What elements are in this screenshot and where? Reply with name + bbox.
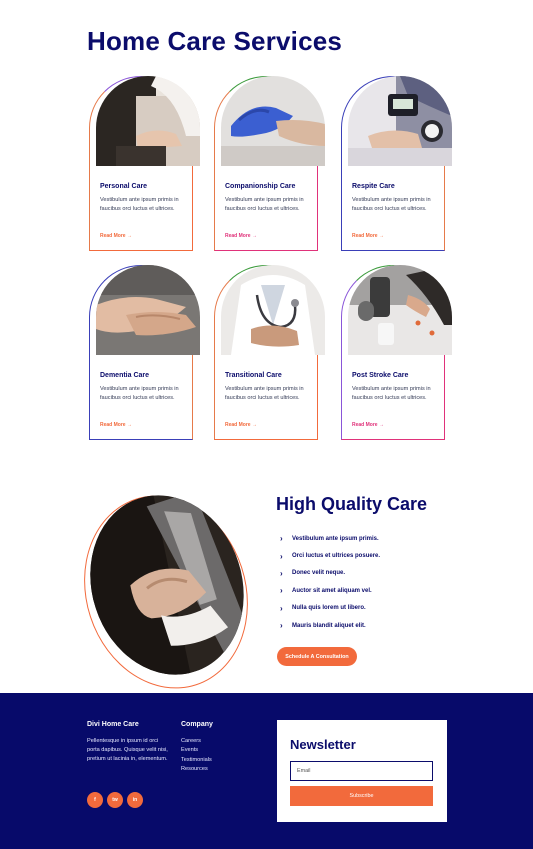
newsletter-box: Newsletter Subscribe	[277, 720, 447, 822]
footer-brand-title: Divi Home Care	[87, 721, 139, 728]
page-title: Home Care Services	[87, 26, 343, 56]
quality-list-item: › Auctor sit amet aliquam vel.	[280, 586, 372, 596]
read-more-link[interactable]: Read More →	[352, 233, 384, 239]
chevron-right-icon: ›	[280, 551, 283, 561]
newsletter-title: Newsletter	[290, 737, 356, 752]
footer-company-title: Company	[181, 721, 213, 728]
card-description: Vestibulum ante ipsum primis in faucibus…	[225, 197, 304, 213]
read-more-link[interactable]: Read More →	[225, 422, 257, 428]
card-title: Transitional Care	[225, 372, 282, 379]
quality-list-item: › Orci luctus et ultrices posuere.	[280, 551, 381, 561]
doctor-photo	[221, 265, 325, 355]
service-card-respite-care[interactable]: Respite Care Vestibulum ante ipsum primi…	[341, 76, 452, 251]
card-description: Vestibulum ante ipsum primis in faucibus…	[352, 386, 431, 402]
card-description: Vestibulum ante ipsum primis in faucibus…	[352, 197, 431, 213]
twitter-icon[interactable]: tw	[107, 792, 123, 808]
card-description: Vestibulum ante ipsum primis in faucibus…	[100, 386, 179, 402]
holding-hands-photo	[96, 265, 200, 355]
read-more-link[interactable]: Read More →	[100, 422, 132, 428]
card-title: Personal Care	[100, 183, 148, 190]
gloved-hands-photo	[221, 76, 325, 166]
chevron-right-icon: ›	[280, 586, 283, 596]
quality-list-item: › Donec velit neque.	[280, 568, 346, 578]
read-more-link[interactable]: Read More →	[352, 422, 384, 428]
clasped-hands-photo	[67, 475, 267, 695]
card-title: Respite Care	[352, 183, 395, 190]
card-title: Post Stroke Care	[352, 372, 409, 379]
service-card-personal-care[interactable]: Personal Care Vestibulum ante ipsum prim…	[89, 76, 200, 251]
quality-list: › Vestibulum ante ipsum primis. › Orci luc…	[280, 530, 380, 634]
quality-list-item: › Mauris blandit aliquet elit.	[280, 621, 366, 631]
chevron-right-icon: ›	[280, 621, 283, 631]
blood-pressure-photo	[348, 76, 452, 166]
footer: Divi Home Care Pellentesque in ipsum id …	[0, 693, 533, 849]
footer-link-careers[interactable]: Careers	[181, 737, 212, 746]
read-more-link[interactable]: Read More →	[225, 233, 257, 239]
service-card-companionship-care[interactable]: Companionship Care Vestibulum ante ipsum…	[214, 76, 325, 251]
chevron-right-icon: ›	[280, 568, 283, 578]
schedule-consultation-button[interactable]: Schedule A Consultation	[277, 647, 357, 666]
quality-list-item: › Nulla quis lorem ut libero.	[280, 603, 366, 613]
footer-link-events[interactable]: Events	[181, 746, 212, 755]
subscribe-button[interactable]: Subscribe	[290, 786, 433, 806]
footer-link-resources[interactable]: Resources	[181, 765, 212, 774]
card-description: Vestibulum ante ipsum primis in faucibus…	[100, 197, 179, 213]
chevron-right-icon: ›	[280, 603, 283, 613]
footer-about-text: Pellentesque in ipsum id orci porta dapi…	[87, 738, 168, 763]
medication-photo	[348, 265, 452, 355]
service-card-transitional-care[interactable]: Transitional Care Vestibulum ante ipsum …	[214, 265, 325, 440]
card-title: Dementia Care	[100, 372, 150, 379]
elder-care-photo	[96, 76, 200, 166]
read-more-link[interactable]: Read More →	[100, 233, 132, 239]
card-description: Vestibulum ante ipsum primis in faucibus…	[225, 386, 304, 402]
service-card-dementia-care[interactable]: Dementia Care Vestibulum ante ipsum prim…	[89, 265, 200, 440]
quality-title: High Quality Care	[276, 494, 428, 514]
footer-link-testimonials[interactable]: Testimonials	[181, 756, 212, 765]
service-card-post-stroke-care[interactable]: Post Stroke Care Vestibulum ante ipsum p…	[341, 265, 452, 440]
facebook-icon[interactable]: f	[87, 792, 103, 808]
footer-company-links: Careers Events Testimonials Resources	[181, 737, 212, 775]
email-field[interactable]	[290, 761, 433, 781]
linkedin-icon[interactable]: in	[127, 792, 143, 808]
quality-list-item: › Vestibulum ante ipsum primis.	[280, 534, 379, 544]
chevron-right-icon: ›	[280, 534, 283, 544]
card-title: Companionship Care	[225, 183, 296, 190]
